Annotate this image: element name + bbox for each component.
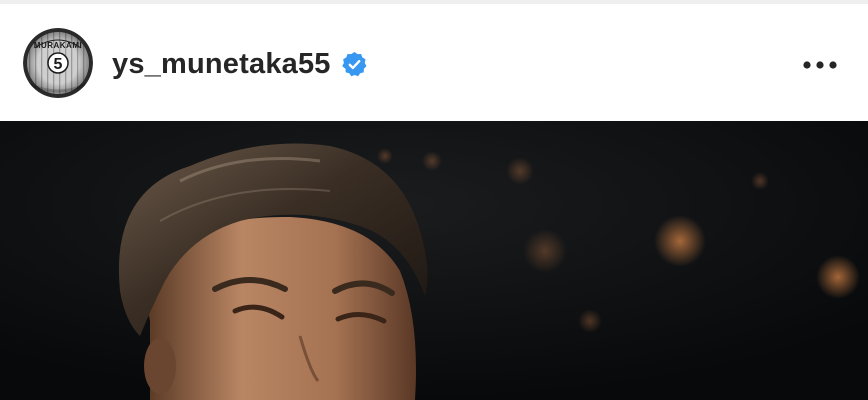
- username-row: ys_munetaka55: [112, 46, 368, 82]
- avatar-image: MURAKAMI 5: [23, 28, 93, 98]
- post-header: MURAKAMI 5 ys_munetaka55: [0, 4, 868, 121]
- username-link[interactable]: ys_munetaka55: [112, 48, 331, 81]
- post-photo-image: [0, 121, 868, 400]
- verified-badge-icon: [341, 51, 368, 78]
- post-photo[interactable]: [0, 121, 868, 400]
- avatar-jersey-number: 5: [54, 56, 63, 73]
- profile-avatar[interactable]: MURAKAMI 5: [23, 28, 93, 98]
- more-options-button[interactable]: [796, 48, 844, 82]
- instagram-post: MURAKAMI 5 ys_munetaka55: [0, 0, 868, 400]
- more-horizontal-icon: [803, 61, 837, 69]
- avatar-jersey-name: MURAKAMI: [34, 41, 82, 50]
